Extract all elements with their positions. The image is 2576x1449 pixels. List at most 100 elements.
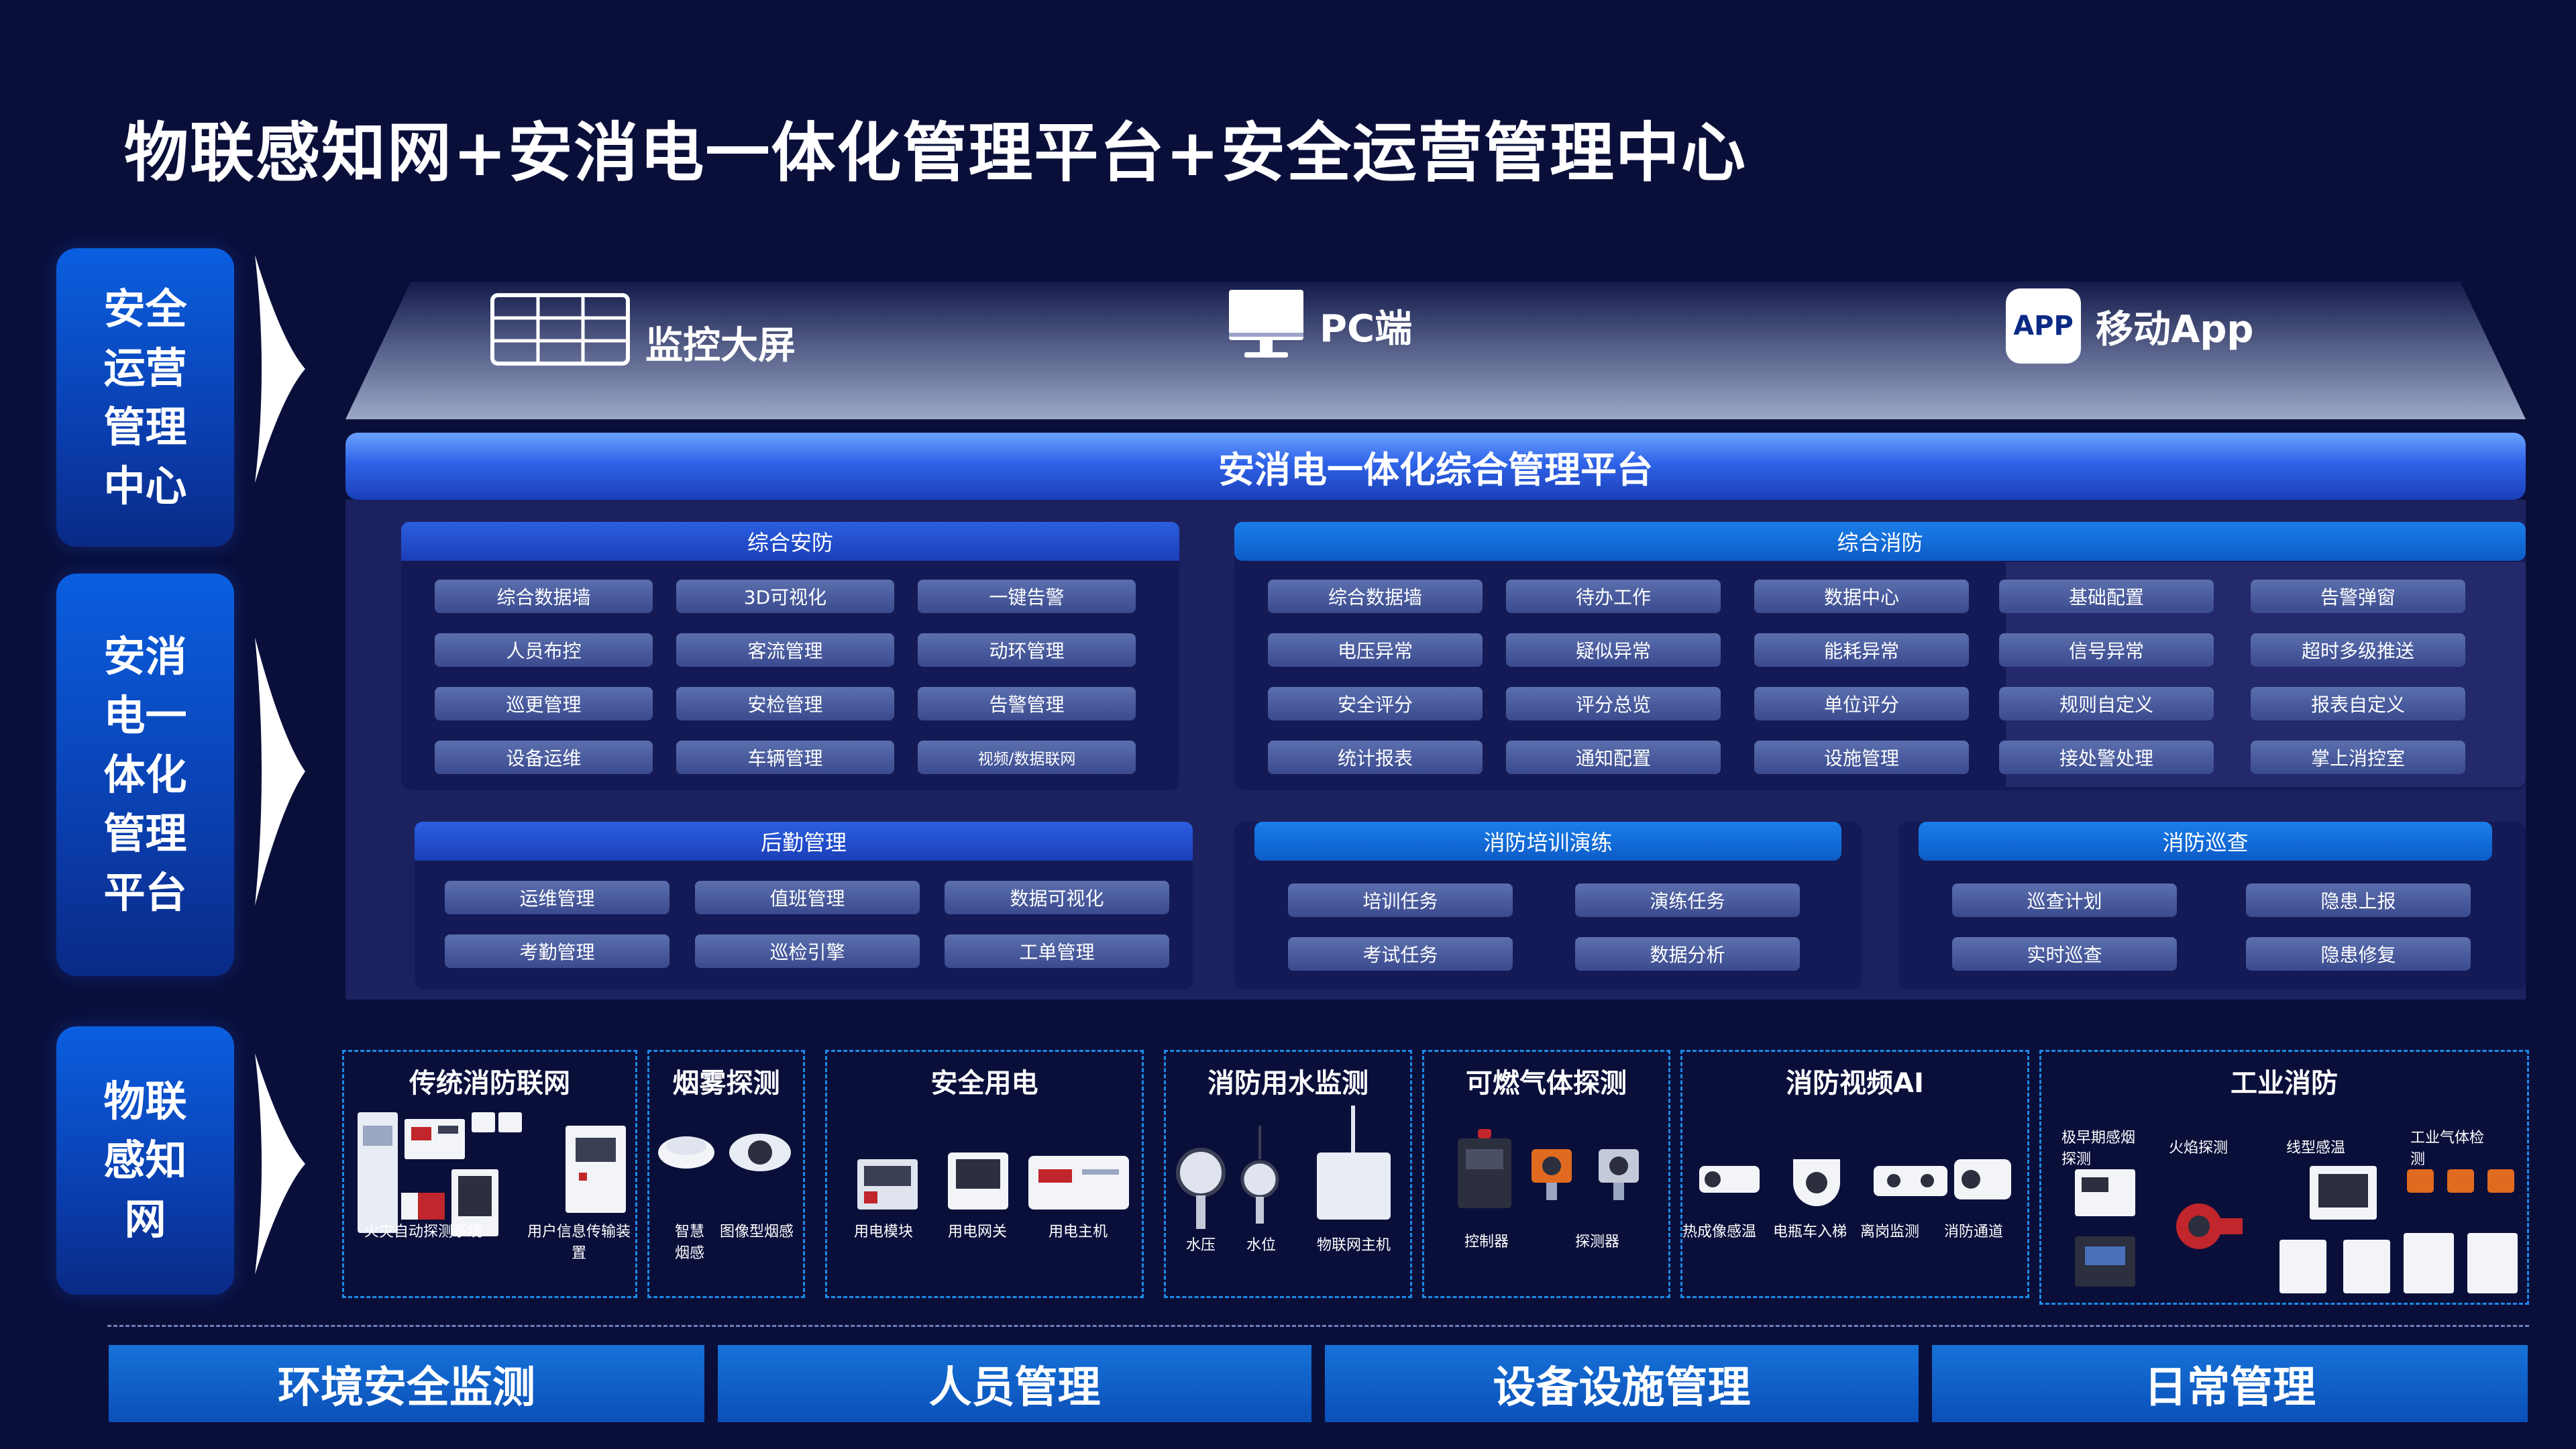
video-wall-icon	[490, 292, 630, 366]
bottom-bar-environment: 环境安全监测	[109, 1345, 704, 1422]
iot-smoke-title: 烟雾探测	[672, 1068, 780, 1099]
iot-electric-label-2: 用电主机	[1049, 1224, 1108, 1240]
pill-fire-11[interactable]: 评分总览	[1506, 687, 1721, 720]
pill-patrol-1[interactable]: 隐患上报	[2246, 883, 2471, 917]
iot-industrial-label-1: 火焰探测	[2169, 1140, 2229, 1157]
iot-video-label-2: 离岗监测	[1860, 1224, 1920, 1240]
pill-fire-19[interactable]: 掌上消控室	[2251, 741, 2465, 774]
pill-logistics-1[interactable]: 值班管理	[695, 881, 920, 914]
module-security-title: 综合安防	[401, 522, 1179, 561]
bottom-bar-equipment: 设备设施管理	[1325, 1345, 1919, 1422]
iot-smoke: 烟雾探测 智慧烟感 图像型烟感	[647, 1050, 805, 1298]
access-screen-label: 监控大屏	[645, 324, 796, 368]
pill-fire-9[interactable]: 超时多级推送	[2251, 633, 2465, 667]
pill-security-10[interactable]: 车辆管理	[676, 741, 894, 774]
access-screen[interactable]: 监控大屏	[490, 288, 796, 370]
pill-security-4[interactable]: 客流管理	[676, 633, 894, 667]
iot-smoke-label-1: 图像型烟感	[720, 1224, 794, 1240]
early-smoke-detector-icon	[2075, 1169, 2135, 1287]
iot-water-label-1: 水位	[1246, 1237, 1277, 1254]
monitor-icon	[1229, 290, 1303, 358]
access-app[interactable]: APP 移动App	[2006, 288, 2254, 364]
pill-fire-4[interactable]: 告警弹窗	[2251, 580, 2465, 613]
pill-fire-3[interactable]: 基础配置	[1999, 580, 2214, 613]
access-app-label: 移动App	[2096, 307, 2254, 352]
pill-fire-7[interactable]: 能耗异常	[1754, 633, 1969, 667]
module-fire-title: 综合消防	[1234, 522, 2526, 561]
pill-security-2[interactable]: 一键告警	[918, 580, 1136, 613]
chevron-right-icon	[255, 255, 305, 483]
electric-module-icon	[857, 1159, 918, 1210]
pill-fire-15[interactable]: 统计报表	[1268, 741, 1483, 774]
page-title: 物联感知网+安消电一体化管理平台+安全运营管理中心	[124, 115, 1747, 191]
transmission-device-icon	[566, 1126, 626, 1213]
bottom-bar-daily: 日常管理	[1932, 1345, 2528, 1422]
pill-fire-0[interactable]: 综合数据墙	[1268, 580, 1483, 613]
pill-training-1[interactable]: 演练任务	[1575, 883, 1800, 917]
pill-fire-1[interactable]: 待办工作	[1506, 580, 1721, 613]
iot-industrial-label-2: 线型感温	[2286, 1140, 2346, 1157]
pill-patrol-3[interactable]: 隐患修复	[2246, 937, 2471, 971]
iot-gas: 可燃气体探测 控制器 探测器	[1422, 1050, 1670, 1298]
pill-security-9[interactable]: 设备运维	[435, 741, 653, 774]
iot-gas-label-1: 探测器	[1575, 1234, 1620, 1250]
pill-security-11[interactable]: 视频/数据联网	[918, 741, 1136, 774]
iot-video-label-0: 热成像感温	[1682, 1224, 1757, 1240]
pill-security-5[interactable]: 动环管理	[918, 633, 1136, 667]
pill-fire-17[interactable]: 设施管理	[1754, 741, 1969, 774]
pill-fire-2[interactable]: 数据中心	[1754, 580, 1969, 613]
pill-training-2[interactable]: 考试任务	[1288, 937, 1513, 971]
pill-security-1[interactable]: 3D可视化	[676, 580, 894, 613]
pill-security-8[interactable]: 告警管理	[918, 687, 1136, 720]
pill-logistics-4[interactable]: 巡检引擎	[695, 934, 920, 968]
pill-fire-5[interactable]: 电压异常	[1268, 633, 1483, 667]
gas-detector-icon	[1532, 1149, 1639, 1200]
pill-fire-14[interactable]: 报表自定义	[2251, 687, 2465, 720]
pill-logistics-0[interactable]: 运维管理	[445, 881, 669, 914]
module-training: 消防培训演练 培训任务 演练任务 考试任务 数据分析	[1234, 822, 1862, 989]
linear-heat-detector-icon	[2279, 1166, 2390, 1293]
iot-industrial-title: 工业消防	[2231, 1068, 2338, 1099]
smoke-detector-icon	[658, 1136, 714, 1169]
water-pressure-icon	[1176, 1148, 1226, 1229]
module-logistics-title: 后勤管理	[415, 822, 1193, 861]
pill-logistics-3[interactable]: 考勤管理	[445, 934, 669, 968]
pill-fire-13[interactable]: 规则自定义	[1999, 687, 2214, 720]
pill-fire-12[interactable]: 单位评分	[1754, 687, 1969, 720]
pill-security-7[interactable]: 安检管理	[676, 687, 894, 720]
electric-gateway-icon	[948, 1152, 1008, 1210]
pill-fire-8[interactable]: 信号异常	[1999, 633, 2214, 667]
iot-industrial: 工业消防 极早期感烟探测 火焰探测 线型感温 工业气体检测	[2039, 1050, 2529, 1305]
pill-fire-10[interactable]: 安全评分	[1268, 687, 1483, 720]
iot-gas-label-0: 控制器	[1464, 1234, 1509, 1250]
iot-video-label-3: 消防通道	[1944, 1224, 2004, 1240]
iot-video: 消防视频AI 热成像感温 电瓶车入梯 离岗监测 消防通道	[1680, 1050, 2029, 1298]
access-pc[interactable]: PC端	[1228, 288, 1412, 362]
image-smoke-detector-icon	[729, 1134, 791, 1171]
iot-traditional-label-0: 火灾自动探测系统	[364, 1224, 483, 1240]
iot-gas-title: 可燃气体探测	[1466, 1068, 1627, 1099]
pill-fire-16[interactable]: 通知配置	[1506, 741, 1721, 774]
pill-logistics-5[interactable]: 工单管理	[945, 934, 1169, 968]
pill-fire-6[interactable]: 疑似异常	[1506, 633, 1721, 667]
iot-water-title: 消防用水监测	[1208, 1068, 1368, 1099]
pill-security-3[interactable]: 人员布控	[435, 633, 653, 667]
pill-security-0[interactable]: 综合数据墙	[435, 580, 653, 613]
iot-electric: 安全用电 用电模块 用电网关 用电主机	[825, 1050, 1144, 1298]
flame-detector-icon	[2176, 1203, 2243, 1249]
tier-label-platform: 安消电一体化管理平台	[56, 574, 234, 976]
iot-host-icon	[1317, 1106, 1391, 1220]
pill-training-3[interactable]: 数据分析	[1575, 937, 1800, 971]
pill-security-6[interactable]: 巡更管理	[435, 687, 653, 720]
pill-patrol-0[interactable]: 巡查计划	[1952, 883, 2177, 917]
pill-training-0[interactable]: 培训任务	[1288, 883, 1513, 917]
pill-fire-18[interactable]: 接处警处理	[1999, 741, 2214, 774]
platform-header: 安消电一体化综合管理平台	[345, 433, 2526, 500]
module-fire: 综合消防 综合数据墙 待办工作 数据中心 基础配置 告警弹窗 电压异常 疑似异常…	[1234, 522, 2526, 790]
pill-logistics-2[interactable]: 数据可视化	[945, 881, 1169, 914]
pill-patrol-2[interactable]: 实时巡查	[1952, 937, 2177, 971]
industrial-gas-detector-icon	[2404, 1169, 2518, 1293]
iot-industrial-label-0: 极早期感烟探测	[2061, 1130, 2136, 1168]
chevron-right-icon	[255, 637, 305, 906]
app-icon: APP	[2006, 288, 2081, 364]
